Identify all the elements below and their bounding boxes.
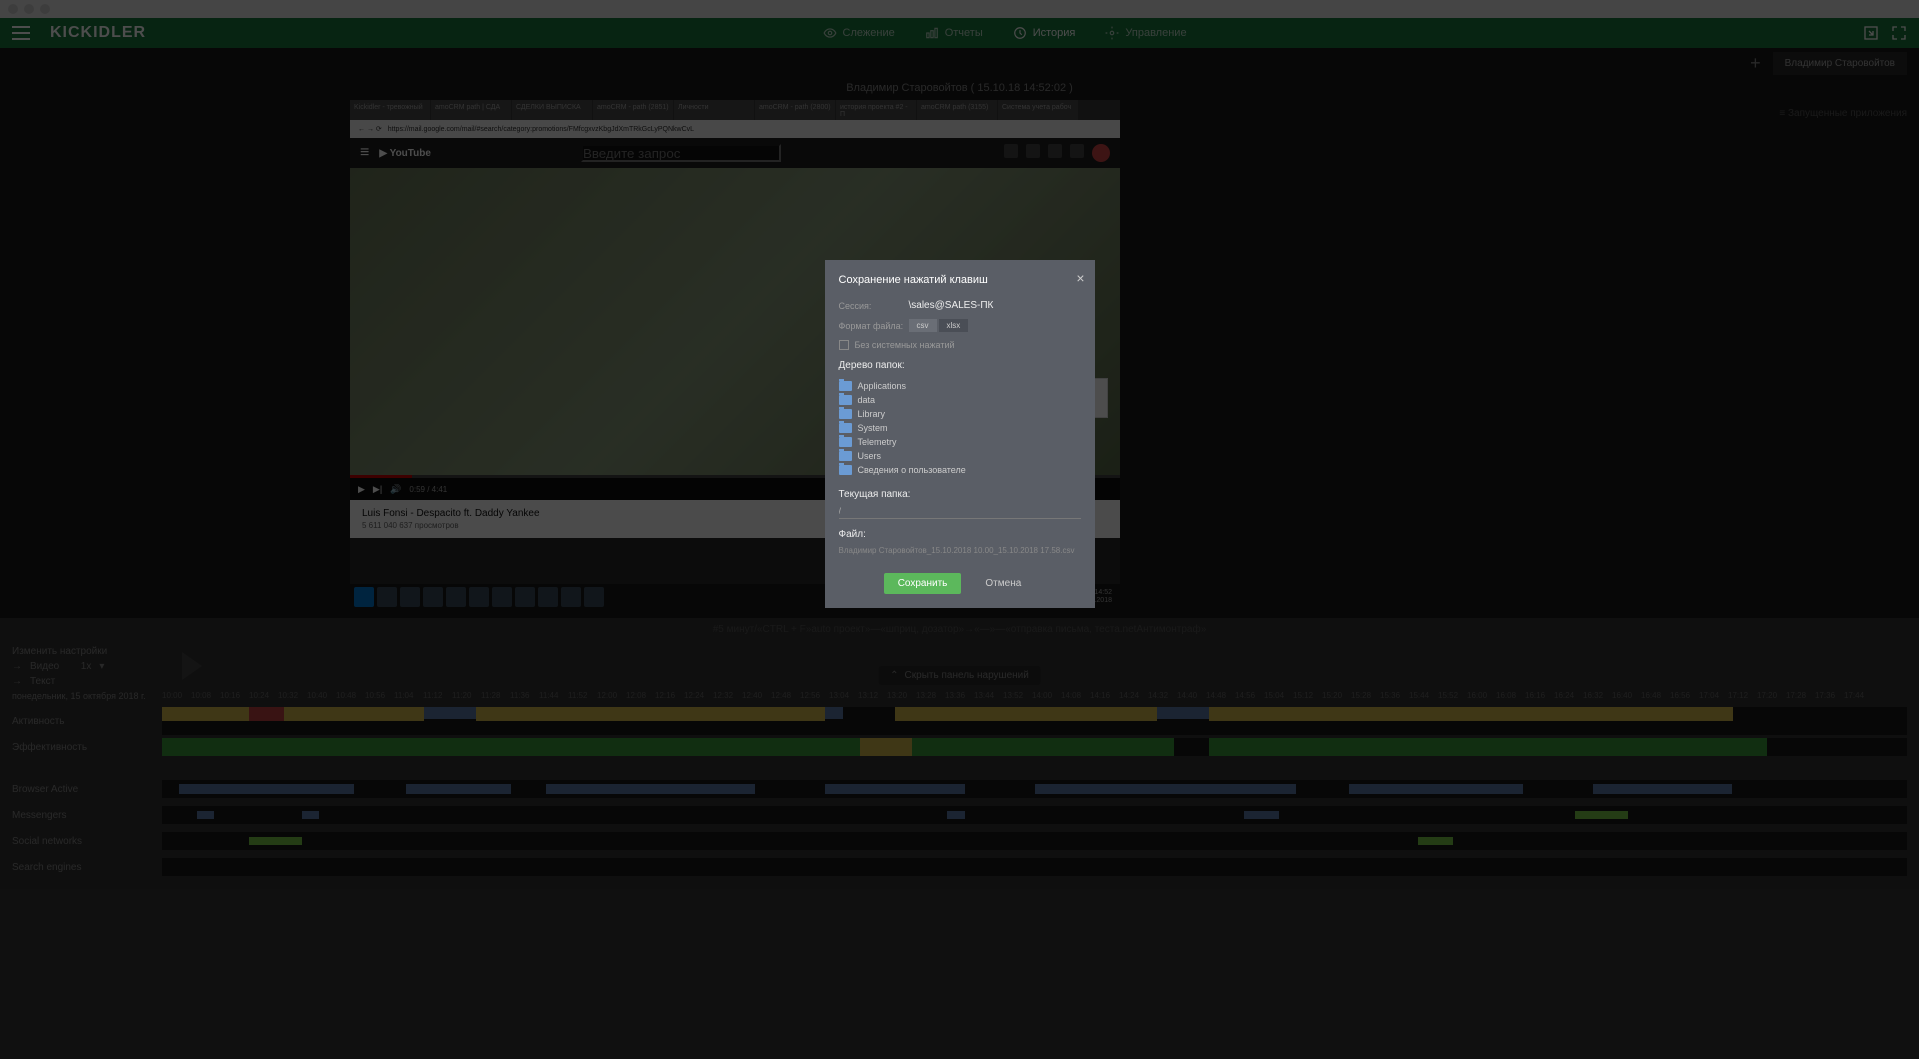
- file-label: Файл:: [839, 529, 1081, 540]
- folder-label: data: [858, 395, 876, 405]
- folder-label: Telemetry: [858, 437, 897, 447]
- folder-label: Сведения о пользователе: [858, 465, 966, 475]
- cancel-button[interactable]: Отмена: [971, 573, 1035, 594]
- save-keystrokes-dialog: × Сохранение нажатий клавиш Сессия: \sal…: [825, 260, 1095, 608]
- folder-label: Applications: [858, 381, 907, 391]
- format-xlsx-button[interactable]: xlsx: [939, 319, 969, 332]
- folder-icon: [839, 409, 852, 419]
- session-value: \sales@SALES-ПК: [909, 300, 994, 311]
- current-folder-label: Текущая папка:: [839, 489, 1081, 500]
- folder-label: Users: [858, 451, 882, 461]
- folder-item[interactable]: Applications: [839, 379, 1081, 393]
- folder-item[interactable]: Library: [839, 407, 1081, 421]
- folder-item[interactable]: Telemetry: [839, 435, 1081, 449]
- folder-icon: [839, 381, 852, 391]
- close-icon[interactable]: ×: [1076, 270, 1084, 286]
- current-folder-input[interactable]: [839, 504, 1081, 519]
- modal-title: Сохранение нажатий клавиш: [839, 274, 1081, 286]
- format-csv-button[interactable]: csv: [909, 319, 937, 332]
- folder-icon: [839, 437, 852, 447]
- folder-icon: [839, 465, 852, 475]
- folder-item[interactable]: Сведения о пользователе: [839, 463, 1081, 477]
- modal-overlay: × Сохранение нажатий клавиш Сессия: \sal…: [0, 0, 1919, 1059]
- tree-label: Дерево папок:: [839, 360, 1081, 371]
- folder-label: System: [858, 423, 888, 433]
- folder-icon: [839, 451, 852, 461]
- folder-item[interactable]: Users: [839, 449, 1081, 463]
- folder-icon: [839, 395, 852, 405]
- file-input[interactable]: [839, 544, 1081, 557]
- session-label: Сессия:: [839, 301, 909, 311]
- folder-icon: [839, 423, 852, 433]
- save-button[interactable]: Сохранить: [884, 573, 962, 594]
- folder-item[interactable]: System: [839, 421, 1081, 435]
- format-label: Формат файла:: [839, 321, 909, 331]
- no-system-checkbox[interactable]: [839, 340, 849, 350]
- folder-tree: Applications data Library System Telemetry Us…: [839, 379, 1081, 477]
- no-system-label: Без системных нажатий: [855, 340, 955, 350]
- folder-label: Library: [858, 409, 886, 419]
- folder-item[interactable]: data: [839, 393, 1081, 407]
